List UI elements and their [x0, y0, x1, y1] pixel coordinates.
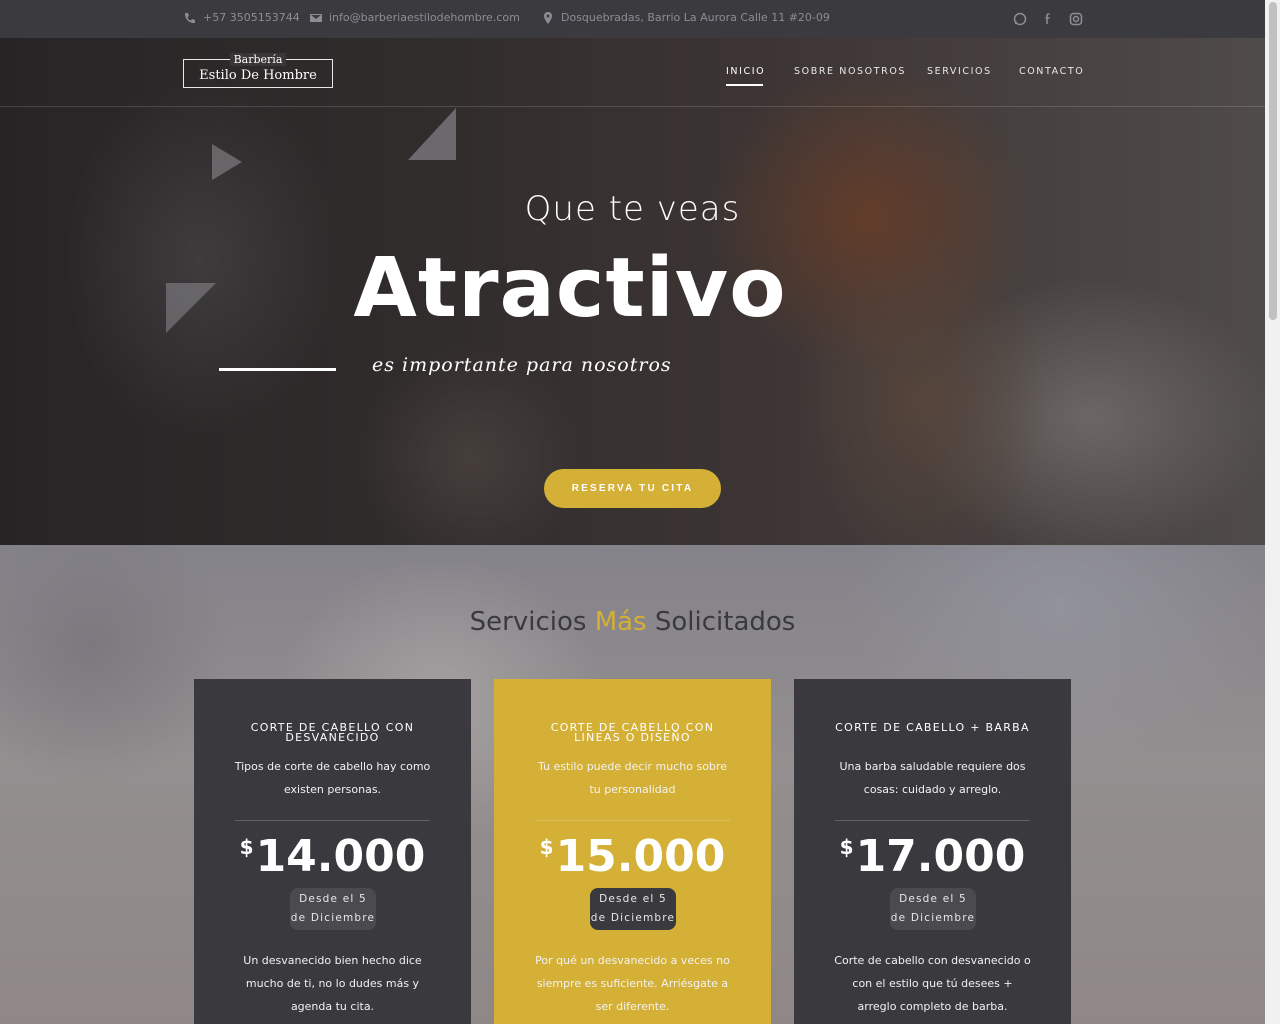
services-title: Servicios Más Solicitados	[0, 607, 1265, 637]
social-links	[1013, 11, 1083, 26]
scrollbar-thumb[interactable]	[1269, 2, 1277, 320]
logo-line-1: Barbería	[184, 53, 332, 66]
services-title-part-2: Solicitados	[646, 607, 796, 637]
email-address: info@barberiaestilodehombre.com	[329, 11, 520, 24]
service-body: Por qué un desvanecido a veces no siempr…	[535, 954, 730, 1013]
currency-symbol: $	[539, 835, 554, 859]
nav-item-sobre-nosotros[interactable]: SOBRE NOSOTROS	[794, 66, 906, 77]
address-info: Dosquebradas, Barrio La Aurora Calle 11 …	[542, 11, 830, 24]
nav-item-servicios[interactable]: SERVICIOS	[927, 66, 992, 77]
price-since-badge: Desde el 5 de Diciembre	[290, 888, 376, 930]
phone-number: +57 3505153744	[203, 11, 300, 24]
email-info[interactable]: info@barberiaestilodehombre.com	[310, 11, 520, 24]
map-pin-icon	[544, 11, 552, 24]
hero-headline: Atractivo	[353, 241, 787, 336]
services-title-part-1: Servicios	[469, 607, 595, 637]
service-title: CORTE DE CABELLO CON DESVANECIDO	[250, 721, 415, 744]
book-appointment-button[interactable]: RESERVA TU CITA	[544, 469, 721, 508]
services-section: Servicios Más Solicitados CORTE DE CABEL…	[0, 545, 1265, 1024]
decor-triangle	[166, 283, 216, 333]
service-card-featured: CORTE DE CABELLO CON LINEAS O DISEÑO Tu …	[494, 679, 771, 1024]
whatsapp-icon[interactable]	[1013, 11, 1027, 26]
service-divider	[235, 820, 430, 821]
nav-item-inicio[interactable]: INICIO	[726, 66, 765, 77]
service-price: $14.000	[194, 831, 471, 882]
service-divider	[835, 820, 1030, 821]
service-title: CORTE DE CABELLO + BARBA	[835, 721, 1030, 734]
service-card: CORTE DE CABELLO + BARBA Una barba salud…	[794, 679, 1071, 1024]
phone-icon	[185, 12, 195, 23]
hero-kicker: Que te veas	[524, 189, 741, 229]
service-price: $17.000	[794, 831, 1071, 882]
envelope-icon	[310, 13, 322, 22]
service-description: Tipos de corte de cabello hay como exist…	[234, 760, 431, 796]
facebook-icon[interactable]	[1041, 11, 1055, 25]
service-body: Corte de cabello con desvanecido o con e…	[834, 954, 1031, 1013]
price-value: 15.000	[555, 831, 726, 882]
logo-line-1-text: Barbería	[229, 53, 287, 66]
service-divider	[535, 820, 730, 821]
price-since-badge: Desde el 5 de Diciembre	[590, 888, 676, 930]
service-title: CORTE DE CABELLO CON LINEAS O DISEÑO	[550, 721, 715, 744]
price-value: 14.000	[255, 831, 426, 882]
hero-rule	[219, 368, 336, 371]
service-price: $15.000	[494, 831, 771, 882]
decor-triangle	[212, 144, 242, 180]
currency-symbol: $	[839, 835, 854, 859]
nav-active-underline	[726, 84, 763, 86]
top-info-bar: +57 3505153744 info@barberiaestilodehomb…	[0, 0, 1265, 38]
hero-subtitle: es importante para nosotros	[372, 354, 672, 376]
service-description: Tu estilo puede decir mucho sobre tu per…	[538, 760, 727, 796]
nav-item-contacto[interactable]: CONTACTO	[1019, 66, 1084, 77]
price-value: 17.000	[855, 831, 1026, 882]
service-body: Un desvanecido bien hecho dice mucho de …	[243, 954, 422, 1013]
service-card: CORTE DE CABELLO CON DESVANECIDO Tipos d…	[194, 679, 471, 1024]
services-title-accent: Más	[594, 607, 647, 637]
brand-logo[interactable]: Barbería Estilo De Hombre	[183, 53, 333, 88]
phone-info[interactable]: +57 3505153744	[184, 11, 300, 24]
service-description: Una barba saludable requiere dos cosas: …	[839, 760, 1026, 796]
hero-section: Barbería Estilo De Hombre INICIO SOBRE N…	[0, 38, 1265, 545]
page-scrollbar[interactable]	[1265, 0, 1280, 1024]
price-since-badge: Desde el 5 de Diciembre	[890, 888, 976, 930]
logo-line-2: Estilo De Hombre	[199, 68, 317, 83]
header-divider	[0, 106, 1265, 107]
address-text: Dosquebradas, Barrio La Aurora Calle 11 …	[561, 11, 830, 24]
decor-triangle	[408, 108, 456, 160]
currency-symbol: $	[239, 835, 254, 859]
instagram-icon[interactable]	[1069, 11, 1083, 26]
